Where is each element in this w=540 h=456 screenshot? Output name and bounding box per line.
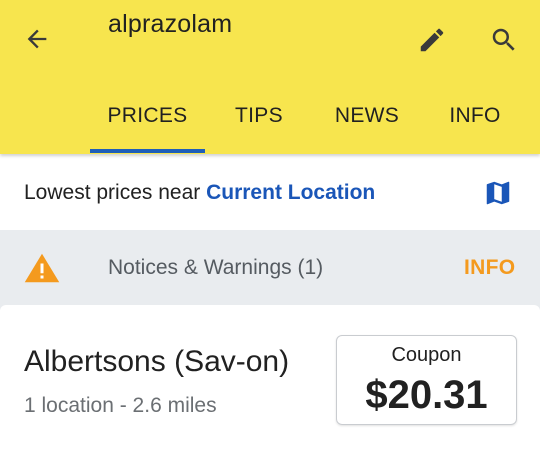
pharmacy-card[interactable]: Albertsons (Sav-on) 1 location - 2.6 mil… bbox=[0, 305, 540, 456]
coupon-price-button[interactable]: Coupon $20.31 bbox=[336, 335, 517, 425]
location-prefix: Lowest prices near bbox=[24, 181, 207, 204]
page-title: alprazolam bbox=[108, 10, 233, 38]
notices-row[interactable]: Notices & Warnings (1) INFO bbox=[0, 231, 540, 303]
map-icon bbox=[486, 181, 510, 205]
tab-info[interactable]: INFO bbox=[434, 104, 516, 134]
warning-icon bbox=[24, 253, 60, 283]
map-button[interactable] bbox=[480, 176, 516, 210]
app-bar: alprazolam PRICES TIPS NEWS INFO bbox=[0, 0, 540, 154]
tab-news[interactable]: NEWS bbox=[320, 104, 414, 134]
notices-label: Notices & Warnings (1) bbox=[108, 256, 324, 279]
search-icon bbox=[492, 28, 515, 51]
edit-button[interactable] bbox=[414, 22, 450, 58]
back-button[interactable] bbox=[20, 22, 54, 56]
location-row: Lowest prices near Current Location bbox=[0, 154, 540, 230]
search-button[interactable] bbox=[486, 22, 522, 58]
pencil-icon bbox=[420, 28, 444, 52]
tab-indicator bbox=[90, 149, 205, 153]
pharmacy-distance: 1 location - 2.6 miles bbox=[24, 394, 217, 417]
notices-info-button[interactable]: INFO bbox=[464, 256, 515, 280]
coupon-label: Coupon bbox=[391, 344, 462, 366]
arrow-back-icon bbox=[27, 29, 47, 49]
location-label: Lowest prices near Current Location bbox=[24, 181, 375, 205]
current-location-link[interactable]: Current Location bbox=[206, 181, 375, 204]
coupon-price: $20.31 bbox=[365, 373, 488, 417]
tab-tips[interactable]: TIPS bbox=[216, 104, 302, 134]
pharmacy-name: Albertsons (Sav-on) bbox=[24, 345, 290, 378]
tab-prices[interactable]: PRICES bbox=[90, 104, 205, 134]
